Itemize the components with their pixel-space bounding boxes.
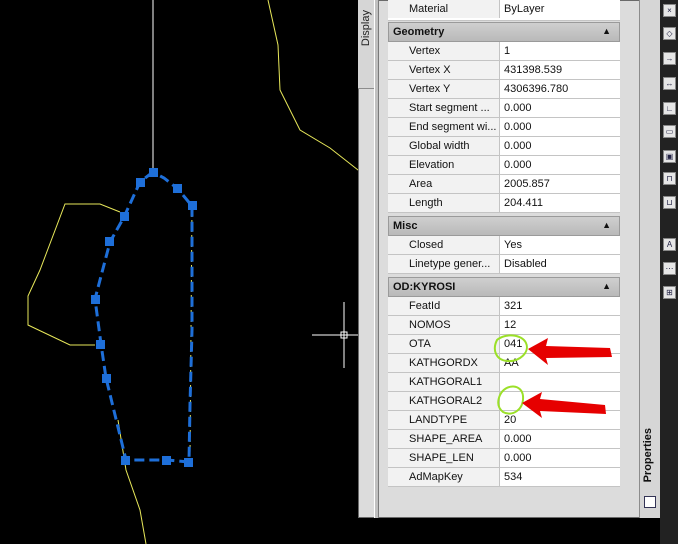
green-circle-marker	[493, 334, 528, 363]
toolbar-tool-icon[interactable]: ×	[663, 4, 676, 17]
toolbar-tool-icon[interactable]: ⊓	[663, 172, 676, 185]
toolbar-tool-icon[interactable]: A	[663, 238, 676, 251]
toolbar-tool-icon[interactable]: ⊞	[663, 286, 676, 299]
green-circle-marker	[497, 385, 525, 415]
toolbar-tool-icon[interactable]: →	[663, 52, 676, 65]
red-arrow-icon	[522, 392, 606, 418]
toolbar-tool-icon[interactable]: ◇	[663, 27, 676, 40]
status-strip	[376, 518, 660, 544]
properties-tab[interactable]: Properties	[639, 0, 660, 518]
red-arrow-icon	[528, 338, 612, 365]
toolbar-tool-icon[interactable]: ∟	[663, 102, 676, 115]
annotation-overlay	[493, 334, 612, 418]
toolbar-tool-icon[interactable]: ⊔	[663, 196, 676, 209]
toolbar-tool-icon[interactable]: ⋯	[663, 262, 676, 275]
palette-options-icon[interactable]	[644, 496, 656, 508]
toolbar-tool-icon[interactable]: ▭	[663, 125, 676, 138]
side-toolbar: × ◇ → ↔ ∟ ▭ ▣ ⊓ ⊔ A ⋯ ⊞	[660, 0, 678, 544]
toolbar-tool-icon[interactable]: ↔	[663, 77, 676, 90]
toolbar-tool-icon[interactable]: ▣	[663, 150, 676, 163]
